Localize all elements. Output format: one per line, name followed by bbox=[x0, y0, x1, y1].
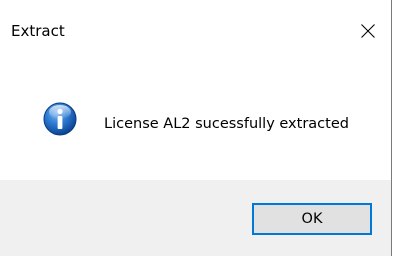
dialog-title: Extract bbox=[11, 22, 65, 40]
message-dialog: Extract License AL2 sucessfully extracte… bbox=[0, 0, 392, 256]
dialog-footer: OK bbox=[0, 180, 391, 256]
title-bar: Extract bbox=[0, 0, 391, 54]
close-button[interactable] bbox=[345, 8, 391, 54]
dialog-message: License AL2 sucessfully extracted bbox=[104, 116, 349, 132]
dialog-content: License AL2 sucessfully extracted bbox=[0, 54, 391, 179]
ok-button[interactable]: OK bbox=[252, 203, 372, 235]
info-icon bbox=[43, 102, 77, 136]
close-icon bbox=[361, 24, 375, 38]
